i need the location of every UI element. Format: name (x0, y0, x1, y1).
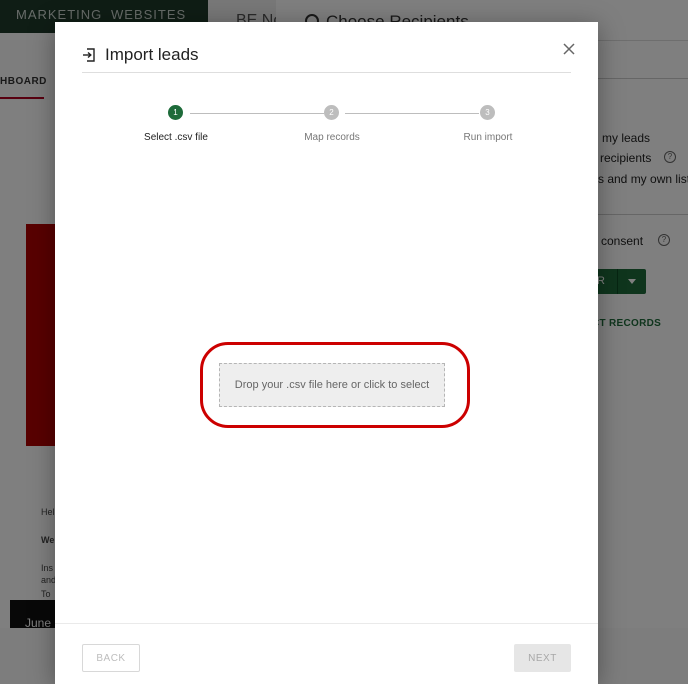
modal-header: Import leads (82, 42, 575, 73)
import-icon (83, 48, 95, 62)
modal-title: Import leads (105, 45, 199, 64)
step-2-label: Map records (304, 132, 360, 143)
step-3-label: Run import (463, 132, 513, 143)
step-1-indicator: 1 (168, 105, 183, 120)
step-2-indicator: 2 (324, 105, 339, 120)
import-stepper: 1 2 3 Select .csv file Map records Run i… (55, 105, 598, 155)
step-connector (345, 112, 479, 114)
modal-footer: BACK NEXT (55, 623, 598, 684)
step-3-indicator: 3 (480, 105, 495, 120)
step-1-label: Select .csv file (144, 132, 208, 143)
import-leads-modal: Import leads 1 2 3 Select .csv file Map … (55, 22, 598, 684)
back-button[interactable]: BACK (82, 644, 140, 672)
step-connector (190, 112, 324, 114)
close-icon[interactable] (562, 42, 576, 56)
csv-dropzone[interactable]: Drop your .csv file here or click to sel… (219, 363, 445, 407)
next-button[interactable]: NEXT (514, 644, 571, 672)
